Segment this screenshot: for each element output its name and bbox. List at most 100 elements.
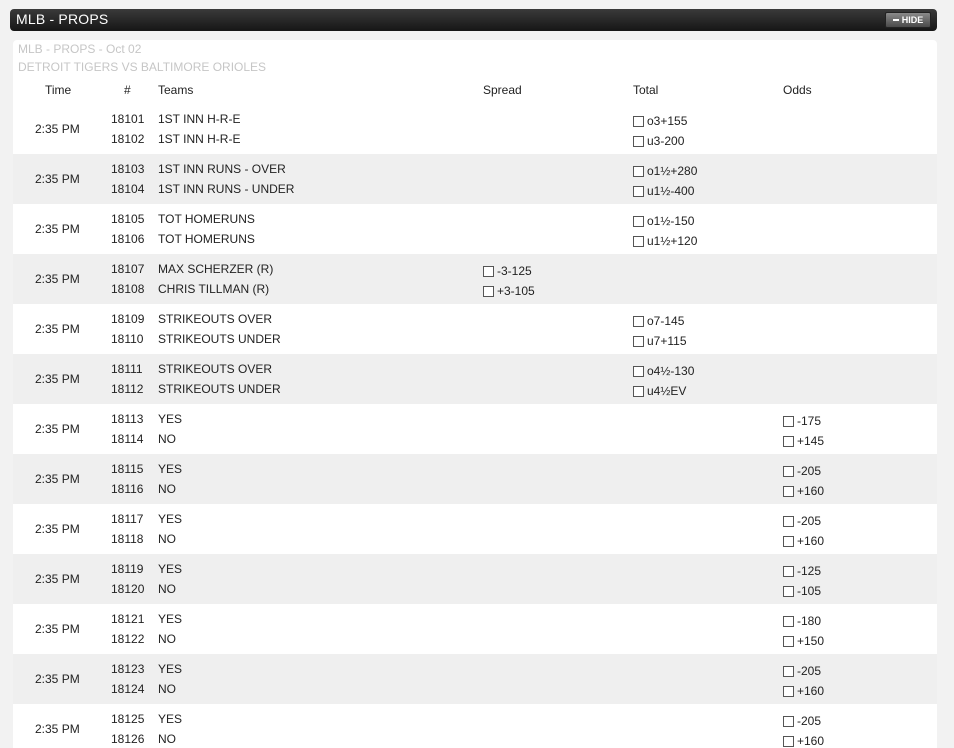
team-label: STRIKEOUTS OVER xyxy=(158,312,273,326)
odds-bet-option[interactable]: -125 xyxy=(783,564,821,578)
column-header-total: Total xyxy=(633,83,659,97)
table-row: 2:35 PM 18111 18112 STRIKEOUTS OVER STRIKEOU… xyxy=(13,354,937,404)
team-label: STRIKEOUTS OVER xyxy=(158,362,273,376)
bet-checkbox[interactable] xyxy=(633,215,644,227)
odds-bet-option[interactable]: -205 xyxy=(783,714,821,728)
team-label: NO xyxy=(158,632,176,646)
total-bet-option[interactable]: o7-145 xyxy=(633,314,684,328)
bet-checkbox[interactable] xyxy=(783,635,794,647)
rotation-number: 18117 xyxy=(111,512,144,526)
odds-bet-option[interactable]: -205 xyxy=(783,464,821,478)
odds-bet-option[interactable]: +160 xyxy=(783,684,824,698)
odds-bet-option[interactable]: -205 xyxy=(783,664,821,678)
bet-line: o4½-130 xyxy=(647,364,695,378)
bet-checkbox[interactable] xyxy=(783,485,794,497)
bet-checkbox[interactable] xyxy=(783,415,794,427)
game-time: 2:35 PM xyxy=(35,472,80,486)
bet-checkbox[interactable] xyxy=(783,715,794,727)
table-row: 2:35 PM 18121 18122 YES NO -180 +150 xyxy=(13,604,937,654)
bet-checkbox[interactable] xyxy=(783,685,794,697)
bet-checkbox[interactable] xyxy=(633,135,644,147)
rotation-number: 18111 xyxy=(111,362,143,376)
bet-checkbox[interactable] xyxy=(483,285,494,297)
odds-bet-option[interactable]: +160 xyxy=(783,734,824,748)
bet-checkbox[interactable] xyxy=(783,535,794,547)
bet-checkbox[interactable] xyxy=(483,265,494,277)
rotation-number: 18114 xyxy=(111,432,144,446)
column-header-spread: Spread xyxy=(483,83,522,97)
odds-bet-option[interactable]: -175 xyxy=(783,414,821,428)
bet-line: o1½-150 xyxy=(647,214,695,228)
odds-bet-option[interactable]: -105 xyxy=(783,584,821,598)
team-label: 1ST INN RUNS - OVER xyxy=(158,162,286,176)
bet-checkbox[interactable] xyxy=(783,515,794,527)
game-time: 2:35 PM xyxy=(35,572,80,586)
bet-checkbox[interactable] xyxy=(633,165,644,177)
bet-checkbox[interactable] xyxy=(633,365,644,377)
odds-bet-option[interactable]: -205 xyxy=(783,514,821,528)
odds-bet-option[interactable]: -180 xyxy=(783,614,821,628)
total-bet-option[interactable]: o4½-130 xyxy=(633,364,694,378)
total-bet-option[interactable]: o1½-150 xyxy=(633,214,694,228)
team-label: NO xyxy=(158,732,176,746)
column-header-number: # xyxy=(124,83,131,97)
bet-checkbox[interactable] xyxy=(633,185,644,197)
bet-line: -205 xyxy=(797,714,822,728)
total-bet-option[interactable]: u1½-400 xyxy=(633,184,694,198)
bet-checkbox[interactable] xyxy=(783,565,794,577)
game-time: 2:35 PM xyxy=(35,172,80,186)
total-bet-option[interactable]: u4½EV xyxy=(633,384,686,398)
bet-line: o7-145 xyxy=(647,314,685,328)
bet-checkbox[interactable] xyxy=(783,585,794,597)
rotation-number: 18116 xyxy=(111,482,144,496)
bet-line: +160 xyxy=(797,484,825,498)
team-label: TOT HOMERUNS xyxy=(158,232,255,246)
title-bar: MLB - PROPS HIDE xyxy=(10,9,937,31)
total-bet-option[interactable]: o1½+280 xyxy=(633,164,697,178)
rotation-number: 18123 xyxy=(111,662,145,676)
bet-checkbox[interactable] xyxy=(633,335,644,347)
bet-checkbox[interactable] xyxy=(633,115,644,127)
bet-line: +160 xyxy=(797,534,825,548)
table-row: 2:35 PM 18113 18114 YES NO -175 +145 xyxy=(13,404,937,454)
window-title: MLB - PROPS xyxy=(16,11,109,27)
bet-checkbox[interactable] xyxy=(783,735,794,747)
rotation-number: 18110 xyxy=(111,332,144,346)
rotation-number: 18101 xyxy=(111,112,145,126)
rotation-number: 18122 xyxy=(111,632,145,646)
game-time: 2:35 PM xyxy=(35,322,80,336)
bet-checkbox[interactable] xyxy=(633,235,644,247)
odds-bet-option[interactable]: +160 xyxy=(783,484,824,498)
bet-checkbox[interactable] xyxy=(783,465,794,477)
rotation-number: 18104 xyxy=(111,182,145,196)
odds-bet-option[interactable]: +160 xyxy=(783,534,824,548)
bet-line: +145 xyxy=(797,434,825,448)
team-label: YES xyxy=(158,462,183,476)
bet-checkbox[interactable] xyxy=(783,435,794,447)
team-label: YES xyxy=(158,512,183,526)
game-time: 2:35 PM xyxy=(35,272,80,286)
odds-bet-option[interactable]: +145 xyxy=(783,434,824,448)
spread-bet-option[interactable]: +3-105 xyxy=(483,284,535,298)
bet-line: +3-105 xyxy=(497,284,535,298)
bet-checkbox[interactable] xyxy=(633,315,644,327)
bet-checkbox[interactable] xyxy=(783,665,794,677)
team-label: NO xyxy=(158,582,176,596)
bet-line: -205 xyxy=(797,464,822,478)
bet-checkbox[interactable] xyxy=(783,615,794,627)
table-row: 2:35 PM 18115 18116 YES NO -205 +160 xyxy=(13,454,937,504)
team-label: STRIKEOUTS UNDER xyxy=(158,332,281,346)
total-bet-option[interactable]: u1½+120 xyxy=(633,234,697,248)
bet-checkbox[interactable] xyxy=(633,385,644,397)
matchup-label: DETROIT TIGERS VS BALTIMORE ORIOLES xyxy=(18,60,267,74)
bet-line: -105 xyxy=(797,584,822,598)
odds-bet-option[interactable]: +150 xyxy=(783,634,824,648)
hide-button[interactable]: HIDE xyxy=(885,12,931,28)
total-bet-option[interactable]: u3-200 xyxy=(633,134,684,148)
table-row: 2:35 PM 18107 18108 MAX SCHERZER (R) CHRIS T… xyxy=(13,254,937,304)
rotation-number: 18108 xyxy=(111,282,145,296)
props-panel: MLB - PROPS - Oct 02 DETROIT TIGERS VS B… xyxy=(13,40,937,748)
spread-bet-option[interactable]: -3-125 xyxy=(483,264,532,278)
total-bet-option[interactable]: u7+115 xyxy=(633,334,687,348)
total-bet-option[interactable]: o3+155 xyxy=(633,114,687,128)
